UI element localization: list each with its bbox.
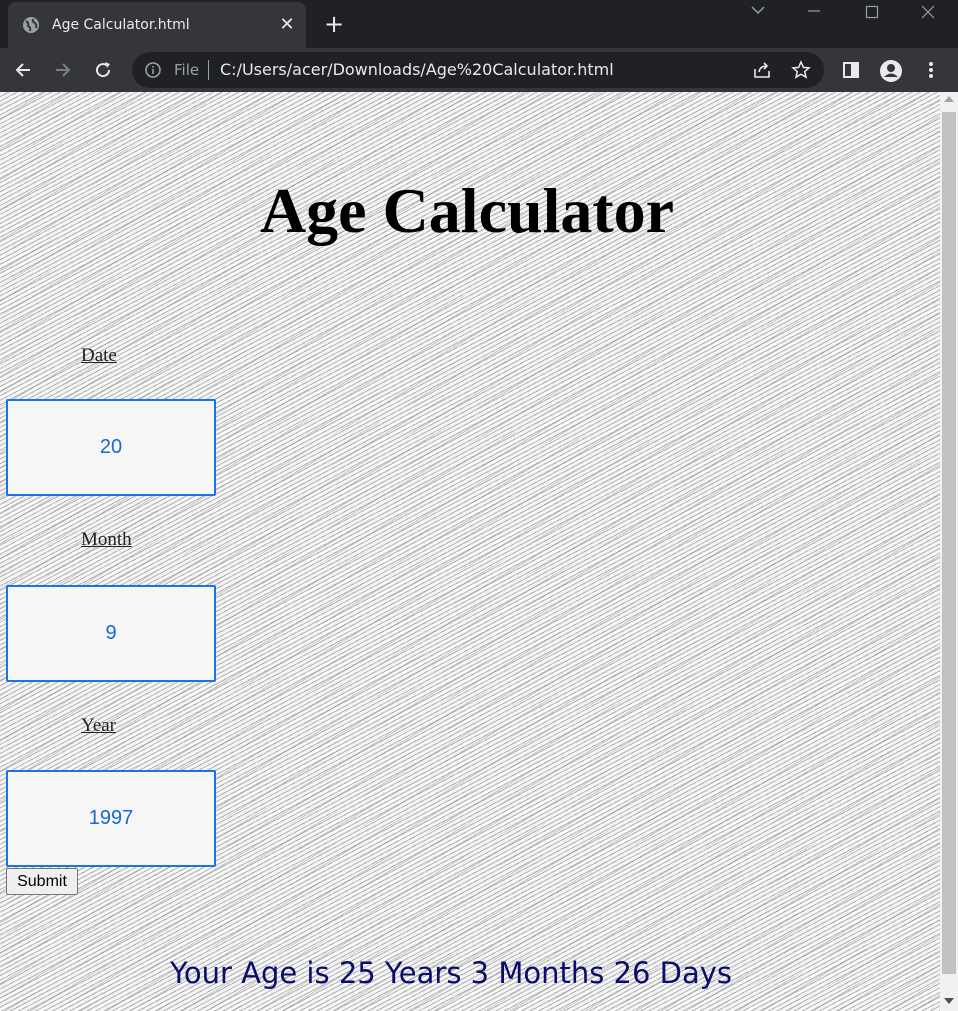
url-text[interactable]: C:/Users/acer/Downloads/Age%20Calculator… bbox=[220, 60, 614, 79]
maximize-icon[interactable] bbox=[850, 0, 896, 24]
close-window-icon[interactable] bbox=[906, 0, 952, 24]
year-input[interactable] bbox=[6, 770, 216, 867]
page-title: Age Calculator bbox=[259, 175, 675, 246]
back-arrow-icon[interactable] bbox=[9, 56, 37, 84]
browser-tab[interactable]: Age Calculator.html ✕ bbox=[8, 2, 306, 48]
month-label: Month bbox=[81, 529, 132, 550]
share-icon[interactable] bbox=[748, 56, 776, 84]
close-icon[interactable]: ✕ bbox=[276, 13, 298, 35]
page-viewport: Age Calculator Date Month Year Submit Yo… bbox=[0, 92, 940, 1011]
forward-arrow-icon[interactable] bbox=[49, 56, 77, 84]
globe-icon bbox=[22, 16, 40, 34]
browser-toolbar: File C:/Users/acer/Downloads/Age%20Calcu… bbox=[0, 48, 958, 92]
date-label: Date bbox=[81, 345, 117, 366]
reload-icon[interactable] bbox=[89, 56, 117, 84]
tab-search-icon[interactable] bbox=[736, 0, 782, 24]
scrollbar-thumb[interactable] bbox=[942, 112, 956, 974]
star-icon[interactable] bbox=[787, 56, 815, 84]
minimize-icon[interactable] bbox=[792, 0, 838, 24]
side-panel-icon[interactable] bbox=[837, 56, 865, 84]
address-bar[interactable]: File C:/Users/acer/Downloads/Age%20Calcu… bbox=[132, 52, 824, 88]
year-label: Year bbox=[81, 715, 117, 736]
plus-icon[interactable]: + bbox=[320, 11, 348, 39]
more-vert-icon[interactable] bbox=[917, 56, 945, 84]
submit-button[interactable]: Submit bbox=[6, 868, 78, 895]
scroll-down-arrow-icon[interactable] bbox=[944, 998, 954, 1004]
vertical-scrollbar[interactable] bbox=[940, 92, 958, 1011]
info-icon[interactable] bbox=[144, 61, 162, 84]
profile-icon[interactable] bbox=[876, 56, 904, 84]
month-input[interactable] bbox=[6, 585, 216, 682]
omnibox-divider bbox=[208, 60, 209, 80]
tab-strip: Age Calculator.html ✕ + bbox=[0, 0, 958, 48]
date-input[interactable] bbox=[6, 399, 216, 496]
url-scheme-label: File bbox=[174, 61, 200, 79]
age-result: Your Age is 25 Years 3 Months 26 Days bbox=[170, 956, 733, 990]
tab-title: Age Calculator.html bbox=[52, 17, 190, 33]
scroll-up-arrow-icon[interactable] bbox=[944, 96, 954, 102]
